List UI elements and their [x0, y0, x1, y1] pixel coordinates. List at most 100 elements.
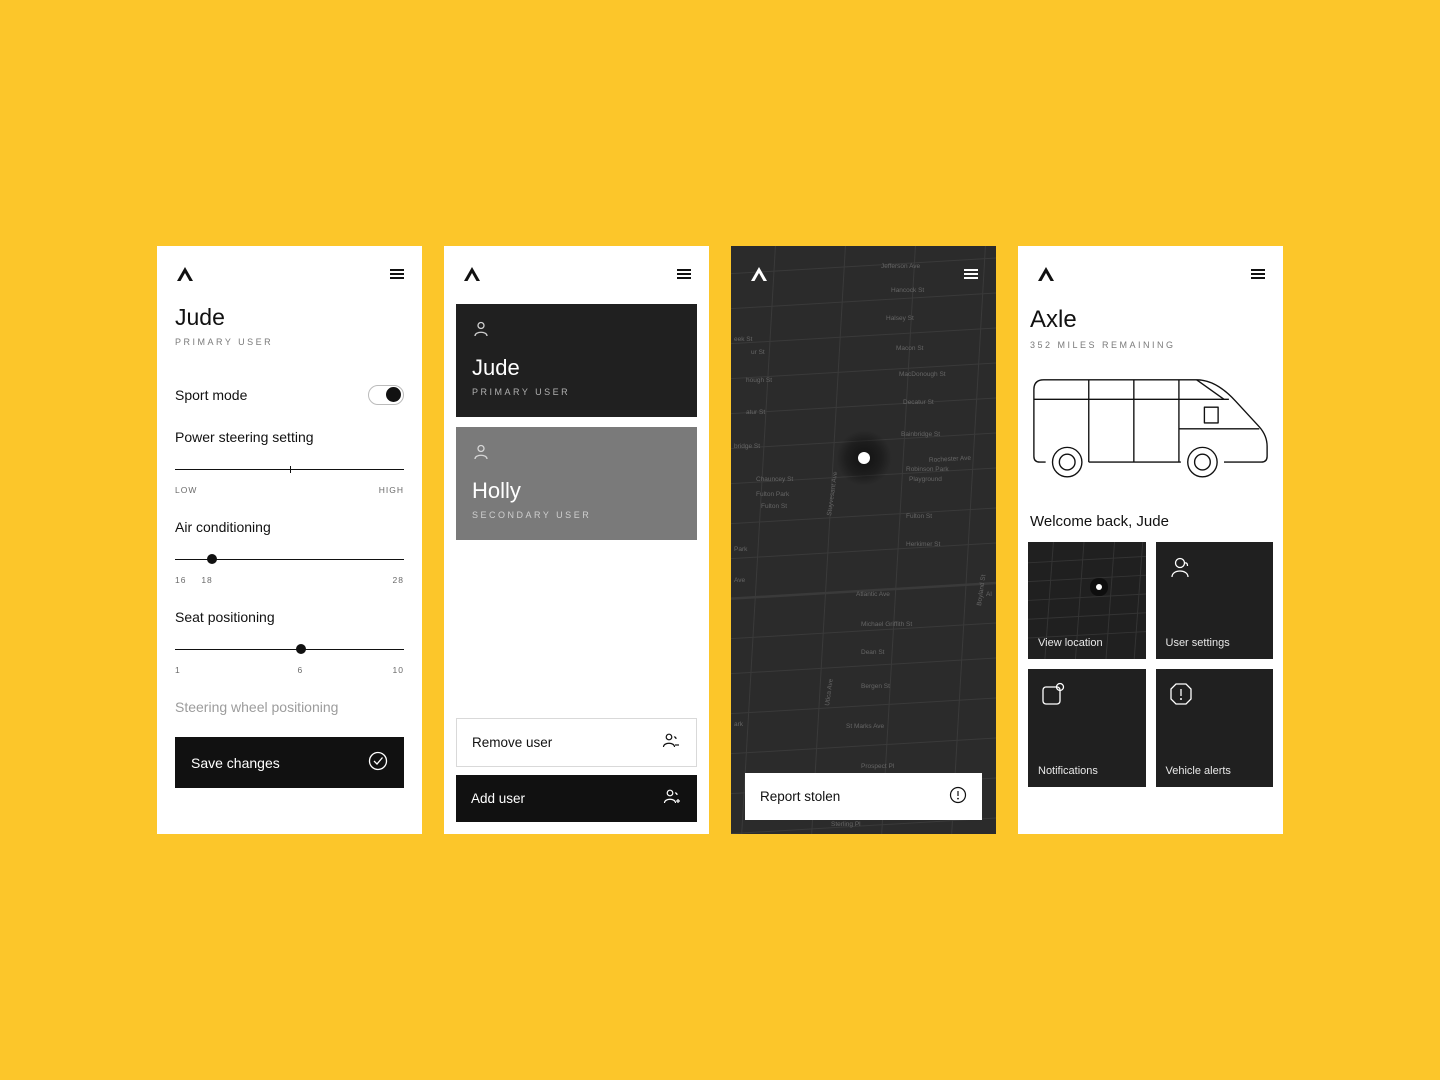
welcome-text: Welcome back, Jude	[1030, 513, 1271, 530]
street-label: eek St	[734, 336, 753, 343]
settings-screen: Jude PRIMARY USER Sport mode Power steer…	[157, 246, 422, 834]
power-steering-slider[interactable]	[175, 461, 404, 481]
logo-icon	[462, 266, 482, 282]
sport-mode-row: Sport mode	[175, 385, 404, 405]
menu-icon[interactable]	[964, 269, 978, 279]
street-label: Ave	[734, 577, 745, 584]
street-label: atur St	[746, 409, 765, 416]
seat-label: Seat positioning	[175, 609, 404, 625]
topbar	[444, 246, 709, 292]
logo-icon	[749, 266, 769, 282]
user-name: Jude	[472, 355, 681, 381]
street-label: Herkimer St	[906, 541, 941, 548]
report-stolen-label: Report stolen	[760, 789, 840, 804]
street-label: ur St	[751, 349, 765, 356]
topbar	[1018, 246, 1283, 292]
check-circle-icon	[368, 751, 388, 774]
street-label: Playground	[909, 476, 942, 483]
seat-setting: Seat positioning 1 6 10	[175, 609, 404, 675]
notifications-card[interactable]: Notifications	[1028, 669, 1146, 787]
remove-user-button[interactable]: Remove user	[456, 718, 697, 767]
street-label: bridge St	[734, 443, 760, 450]
card-caption: User settings	[1166, 637, 1230, 649]
card-caption: Vehicle alerts	[1166, 765, 1231, 777]
ac-slider[interactable]	[175, 551, 404, 571]
power-low: LOW	[175, 485, 197, 495]
power-steering-label: Power steering setting	[175, 429, 404, 445]
add-user-button[interactable]: Add user	[456, 775, 697, 822]
street-label: Michael Griffith St	[861, 621, 912, 628]
notifications-icon	[1040, 681, 1066, 712]
ac-label: Air conditioning	[175, 519, 404, 535]
topbar	[157, 246, 422, 292]
street-label: Park	[734, 546, 748, 553]
street-label: St Marks Ave	[846, 723, 885, 730]
alert-circle-icon	[949, 786, 967, 807]
card-caption: Notifications	[1038, 765, 1098, 777]
steering-wheel-setting: Steering wheel positioning	[175, 699, 404, 715]
user-card-secondary[interactable]: Holly SECONDARY USER	[456, 427, 697, 540]
street-label: Fulton Park	[756, 491, 790, 498]
user-minus-icon	[661, 732, 681, 753]
user-icon	[472, 320, 490, 343]
street-label: hough St	[746, 377, 772, 384]
menu-icon[interactable]	[390, 269, 404, 279]
street-label: Chauncey St	[756, 476, 793, 483]
user-icon	[472, 443, 490, 466]
sport-mode-toggle[interactable]	[368, 385, 404, 405]
street-label: Al	[986, 591, 992, 598]
street-label: Atlantic Ave	[856, 591, 890, 598]
add-user-label: Add user	[471, 791, 525, 806]
street-label: Halsey St	[886, 315, 914, 322]
home-screen: Axle 352 MILES REMAINING Welcom	[1018, 246, 1283, 834]
seat-val: 6	[298, 665, 304, 675]
street-label: Robinson Park	[906, 466, 949, 473]
user-card-primary[interactable]: Jude PRIMARY USER	[456, 304, 697, 417]
user-plus-icon	[662, 788, 682, 809]
logo-icon	[175, 266, 195, 282]
street-label: MacDonough St	[899, 371, 946, 378]
logo-icon	[1036, 266, 1056, 282]
user-role: PRIMARY USER	[472, 387, 681, 397]
user-role: PRIMARY USER	[175, 337, 404, 347]
map[interactable]: Jefferson Ave Hancock St Halsey St Macon…	[731, 246, 996, 834]
view-location-card[interactable]: View location	[1028, 542, 1146, 660]
save-button[interactable]: Save changes	[175, 737, 404, 788]
menu-icon[interactable]	[1251, 269, 1265, 279]
report-stolen-button[interactable]: Report stolen	[745, 773, 982, 820]
users-screen: Jude PRIMARY USER Holly SECONDARY USER R…	[444, 246, 709, 834]
user-role: SECONDARY USER	[472, 510, 681, 520]
vehicle-alerts-card[interactable]: Vehicle alerts	[1156, 669, 1274, 787]
ac-setting: Air conditioning 16 18 28	[175, 519, 404, 585]
steering-wheel-label: Steering wheel positioning	[175, 699, 404, 715]
vehicle-name: Axle	[1030, 306, 1271, 334]
menu-icon[interactable]	[677, 269, 691, 279]
remove-user-label: Remove user	[472, 735, 552, 750]
topbar	[731, 246, 996, 292]
power-steering-setting: Power steering setting LOW HIGH	[175, 429, 404, 495]
user-settings-card[interactable]: User settings	[1156, 542, 1274, 660]
street-label: Dean St	[861, 649, 885, 656]
street-label: ark	[734, 721, 744, 728]
sport-mode-label: Sport mode	[175, 387, 247, 403]
street-label: Macon St	[896, 345, 924, 352]
user-name: Jude	[175, 304, 404, 331]
seat-slider[interactable]	[175, 641, 404, 661]
seat-max: 10	[393, 665, 404, 675]
street-label: Prospect Pl	[861, 763, 895, 770]
street-label: Bergen St	[861, 683, 890, 690]
ac-max: 28	[393, 575, 404, 585]
user-heading: Jude PRIMARY USER	[175, 304, 404, 347]
seat-min: 1	[175, 665, 181, 675]
ac-val: 18	[201, 575, 212, 585]
ac-min: 16	[175, 575, 186, 585]
user-name: Holly	[472, 478, 681, 504]
vehicle-illustration	[1028, 368, 1273, 491]
street-label: Bainbridge St	[901, 431, 940, 438]
vehicle-alerts-icon	[1168, 681, 1194, 712]
map-screen: Jefferson Ave Hancock St Halsey St Macon…	[731, 246, 996, 834]
power-high: HIGH	[379, 485, 404, 495]
street-label: Decatur St	[903, 399, 934, 406]
street-label: Sterling Pl	[831, 821, 861, 828]
street-label: Fulton St	[906, 513, 932, 520]
